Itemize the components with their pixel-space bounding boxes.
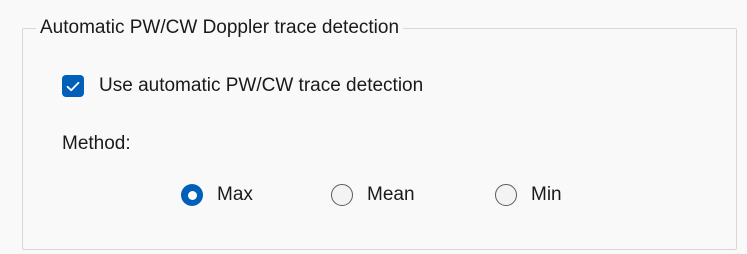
method-radio-max-label[interactable]: Max xyxy=(217,182,253,208)
method-radio-min-label[interactable]: Min xyxy=(531,182,562,208)
radio-unselected-icon[interactable] xyxy=(495,184,517,206)
checkmark-icon xyxy=(66,81,80,91)
checkbox-checked-icon[interactable] xyxy=(62,75,84,97)
auto-trace-detection-label[interactable]: Use automatic PW/CW trace detection xyxy=(99,73,423,99)
method-radio-mean-label[interactable]: Mean xyxy=(367,182,415,208)
auto-trace-detection-checkbox[interactable]: Use automatic PW/CW trace detection xyxy=(62,73,423,99)
group-title: Automatic PW/CW Doppler trace detection xyxy=(36,15,404,41)
method-label: Method: xyxy=(62,133,131,154)
method-radio-mean[interactable]: Mean xyxy=(331,182,415,208)
method-radio-min[interactable]: Min xyxy=(495,182,562,208)
radio-selected-icon[interactable] xyxy=(181,184,203,206)
method-radio-max[interactable]: Max xyxy=(181,182,253,208)
radio-unselected-icon[interactable] xyxy=(331,184,353,206)
